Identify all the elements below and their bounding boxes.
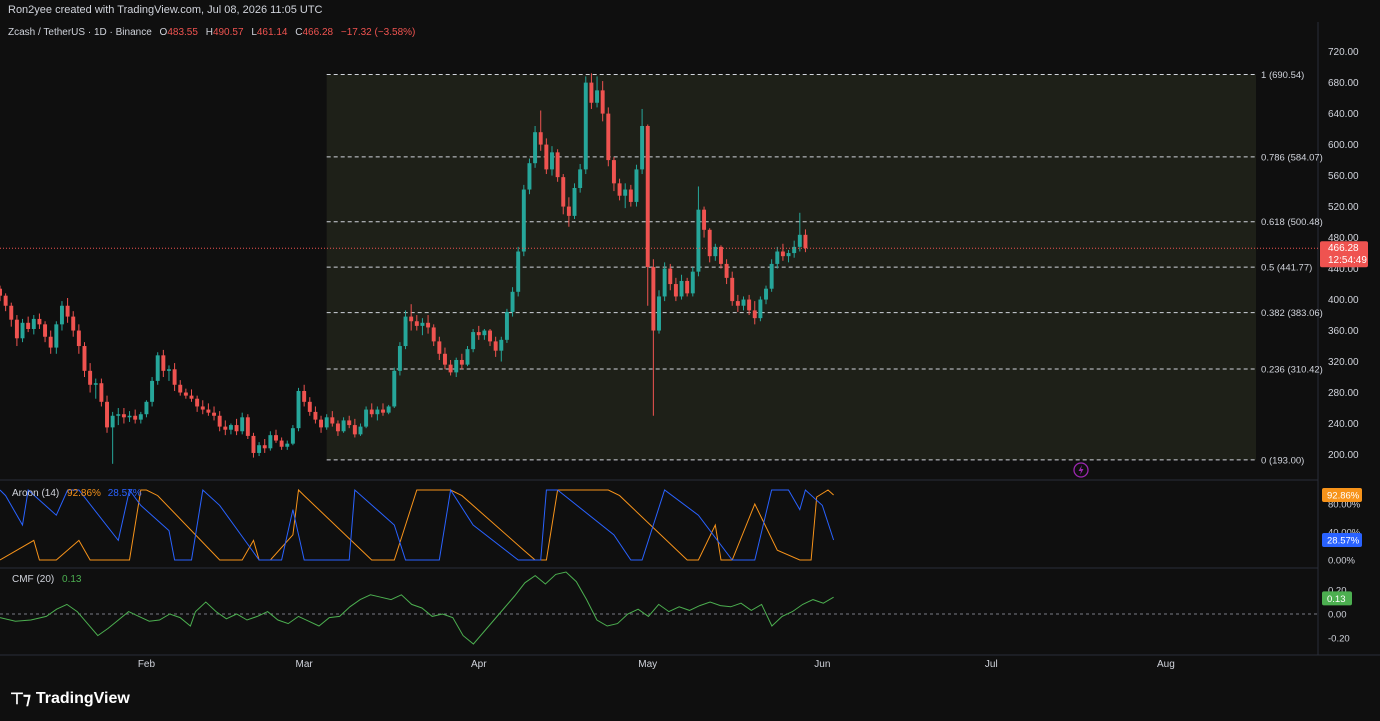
fib-level-label: 0 (193.00) [1261, 455, 1304, 466]
candle [392, 367, 397, 409]
price-tick-label: 680.00 [1328, 78, 1359, 89]
open-value: 483.55 [167, 27, 198, 38]
price-tick-label: 520.00 [1328, 202, 1359, 213]
current-price-label: 466.28 12:54:49 [1320, 241, 1368, 268]
price-tick-label: 400.00 [1328, 295, 1359, 306]
price-tick-label: 600.00 [1328, 140, 1359, 151]
svg-text:0.13: 0.13 [1327, 594, 1346, 605]
candle [155, 352, 160, 385]
aroon-down-value: 28.57% [108, 488, 142, 499]
candle [245, 414, 250, 440]
candle [527, 158, 532, 195]
price-tick-label: 200.00 [1328, 450, 1359, 461]
fib-level-label: 0.786 (584.07) [1261, 152, 1323, 163]
fib-level-label: 1 (690.54) [1261, 70, 1304, 81]
cmf-legend[interactable]: CMF (20) 0.13 [12, 574, 82, 585]
price-tick-label: 240.00 [1328, 419, 1359, 430]
aroon-up-badge: 92.86% [1322, 487, 1362, 502]
bar-countdown: 12:54:49 [1328, 255, 1367, 266]
time-tick-label: Apr [471, 659, 487, 670]
time-tick-label: Mar [296, 659, 314, 670]
price-tick-label: 720.00 [1328, 47, 1359, 58]
tradingview-logo[interactable]: ⊤⁊ TradingView [10, 689, 130, 709]
cmf-tick-label: 0.00 [1328, 610, 1347, 621]
fibonacci-retracement[interactable]: 1 (690.54) 0.786 (584.07) 0.618 (500.48) 0.… [326, 70, 1323, 466]
candle [769, 259, 774, 292]
aroon-title: Aroon (14) [12, 488, 59, 499]
high-value: 490.57 [213, 27, 244, 38]
price-tick-label: 280.00 [1328, 388, 1359, 399]
change-value: −17.32 (−3.58%) [341, 27, 416, 38]
aroon-down-badge: 28.57% [1322, 533, 1362, 548]
aroon-up-value: 92.86% [67, 488, 101, 499]
close-value: 466.28 [302, 27, 333, 38]
candle [471, 328, 476, 353]
candle [504, 308, 509, 343]
time-tick-label: Jul [985, 659, 998, 670]
svg-text:92.86%: 92.86% [1327, 490, 1360, 501]
chart-canvas[interactable]: 1 (690.54) 0.786 (584.07) 0.618 (500.48) 0.… [0, 0, 1380, 676]
symbol-title: Zcash / TetherUS · 1D · Binance [8, 27, 152, 38]
time-tick-label: Aug [1157, 659, 1175, 670]
candle [397, 342, 402, 376]
cmf-badge: 0.13 [1322, 591, 1352, 606]
aroon-tick-label: 0.00% [1328, 556, 1355, 567]
candle [606, 107, 611, 167]
main-legend[interactable]: Zcash / TetherUS · 1D · Binance O483.55 … [8, 27, 415, 38]
candle [533, 126, 538, 168]
price-tick-label: 640.00 [1328, 109, 1359, 120]
fib-level-label: 0.5 (441.77) [1261, 263, 1312, 274]
fib-level-label: 0.618 (500.48) [1261, 217, 1323, 228]
footer: ⊤⁊ TradingView [0, 676, 1380, 721]
candle [296, 387, 301, 432]
candle [634, 164, 639, 207]
cmf-value: 0.13 [62, 574, 82, 585]
low-value: 461.14 [257, 27, 288, 38]
current-price-value: 466.28 [1328, 243, 1359, 254]
svg-text:28.57%: 28.57% [1327, 536, 1360, 547]
aroon-legend[interactable]: Aroon (14) 92.86% 28.57% [12, 488, 142, 499]
candle [364, 406, 369, 429]
price-tick-label: 360.00 [1328, 326, 1359, 337]
candle [521, 184, 526, 257]
candle [572, 183, 577, 219]
fib-level-label: 0.382 (383.06) [1261, 308, 1323, 319]
cmf-title: CMF (20) [12, 574, 54, 585]
price-tick-label: 320.00 [1328, 357, 1359, 368]
candle [555, 149, 560, 182]
time-tick-label: Feb [138, 659, 156, 670]
candle [758, 296, 763, 322]
candle [516, 246, 521, 297]
time-tick-label: May [638, 659, 657, 670]
fib-level-label: 0.236 (310.42) [1261, 364, 1323, 375]
tradingview-logo-text: TradingView [35, 690, 130, 707]
cmf-tick-label: -0.20 [1328, 634, 1350, 645]
price-tick-label: 560.00 [1328, 171, 1359, 182]
tradingview-logo-icon: ⊤⁊ [10, 691, 31, 708]
time-tick-label: Jun [814, 659, 830, 670]
candle [657, 290, 661, 334]
candle [583, 76, 588, 175]
